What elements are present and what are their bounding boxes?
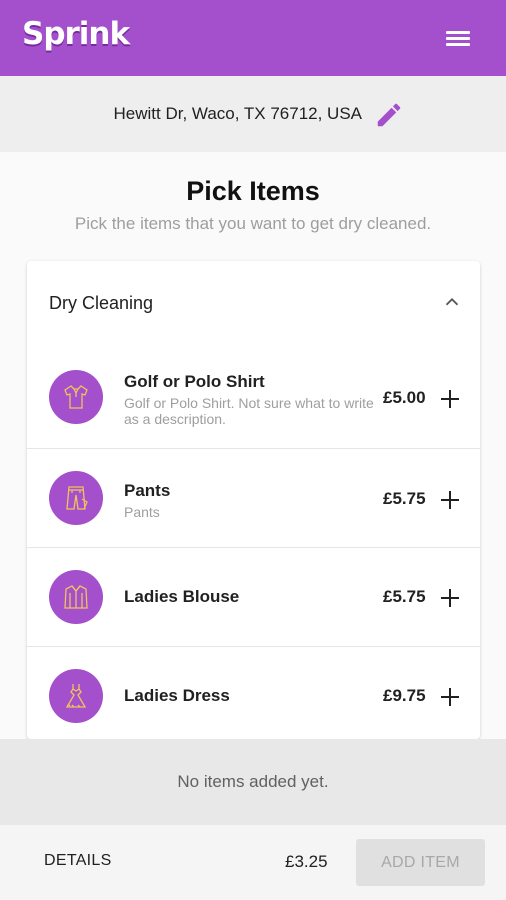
pants-icon: [49, 471, 103, 525]
address-bar: Hewitt Dr, Waco, TX 76712, USA: [0, 76, 506, 152]
hamburger-menu-icon[interactable]: [440, 26, 476, 52]
category-header[interactable]: Dry Cleaning: [27, 261, 480, 345]
details-button[interactable]: DETAILS: [44, 852, 112, 870]
item-name: Golf or Polo Shirt: [124, 372, 265, 391]
item-price: £5.75: [383, 587, 426, 606]
item-price: £5.00: [383, 388, 426, 407]
plus-add-icon[interactable]: [437, 487, 463, 513]
item-name: Ladies Dress: [124, 686, 230, 705]
bottom-bar: DETAILS £3.25 ADD ITEM: [0, 825, 506, 900]
dress-icon: [49, 669, 103, 723]
item-price: £5.75: [383, 489, 426, 508]
address-text: Hewitt Dr, Waco, TX 76712, USA: [113, 104, 362, 123]
item-description: Pants: [124, 504, 160, 520]
list-item: Ladies Blouse £5.75: [27, 549, 480, 647]
plus-add-icon[interactable]: [437, 386, 463, 412]
list-item: Pants Pants £5.75: [27, 450, 480, 548]
polo-shirt-icon: [49, 370, 103, 424]
item-name: Ladies Blouse: [124, 587, 240, 606]
empty-cart-text: No items added yet.: [177, 772, 329, 791]
plus-add-icon[interactable]: [437, 684, 463, 710]
item-description: Golf or Polo Shirt. Not sure what to wri…: [124, 395, 374, 427]
cart-summary: No items added yet.: [0, 739, 506, 825]
blouse-icon: [49, 570, 103, 624]
add-item-button[interactable]: ADD ITEM: [356, 839, 485, 886]
total-price: £3.25: [285, 852, 328, 871]
list-item: Ladies Dress £9.75: [27, 648, 480, 739]
plus-add-icon[interactable]: [437, 585, 463, 611]
app-logo: Sprink: [22, 16, 130, 52]
page-title: Pick Items: [186, 176, 320, 206]
category-title: Dry Cleaning: [49, 293, 154, 313]
list-item: Golf or Polo Shirt Golf or Polo Shirt. N…: [27, 351, 480, 449]
page-subtitle: Pick the items that you want to get dry …: [74, 214, 432, 233]
pencil-edit-icon[interactable]: [374, 100, 404, 130]
chevron-up-icon[interactable]: [441, 291, 463, 313]
app-bar: Sprink: [0, 0, 506, 76]
item-name: Pants: [124, 481, 171, 500]
item-price: £9.75: [383, 686, 426, 705]
category-card: Dry Cleaning Golf or Polo Shirt Golf or …: [27, 261, 480, 739]
